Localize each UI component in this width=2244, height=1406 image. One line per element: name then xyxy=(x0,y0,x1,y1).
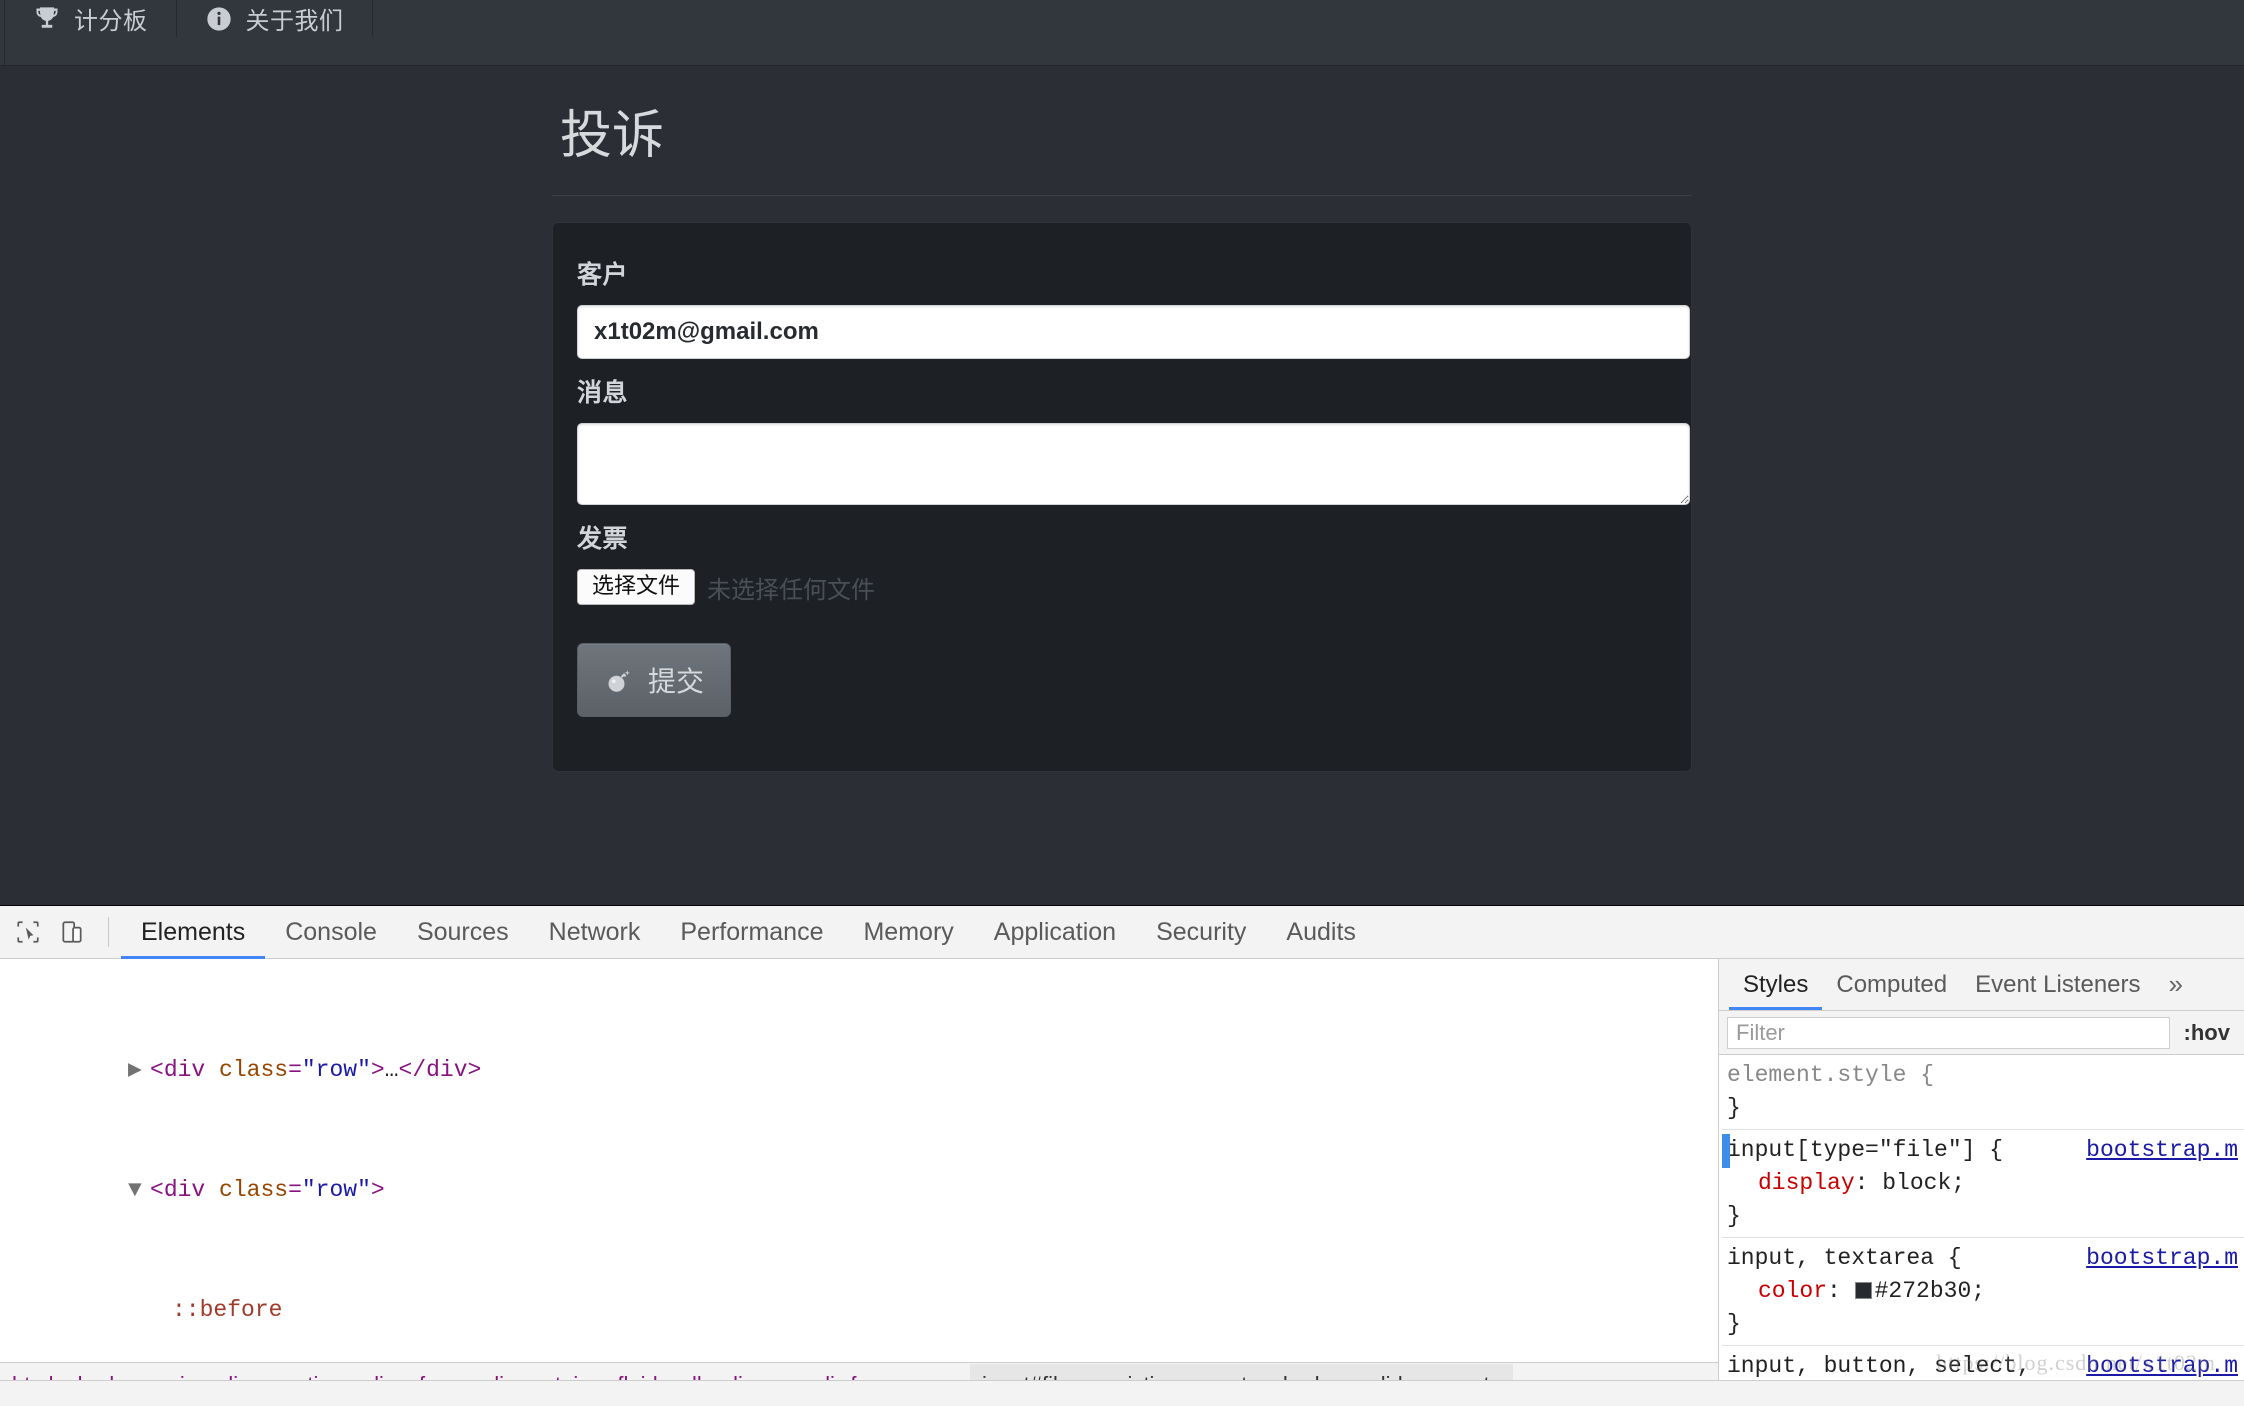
collapse-triangle-icon[interactable]: ▼ xyxy=(128,1175,150,1205)
css-rule-close: } xyxy=(1727,1095,1741,1121)
selected-element-marker xyxy=(1722,1134,1730,1168)
dom-tree[interactable]: ▶ <div class="row">…</div> ▼ <div class="r… xyxy=(0,959,1718,1362)
css-property[interactable]: color xyxy=(1758,1278,1827,1304)
styles-pane: Styles Computed Event Listeners » :hov e… xyxy=(1719,959,2244,1406)
page-title: 投诉 xyxy=(560,107,665,165)
styles-tabs: Styles Computed Event Listeners » xyxy=(1719,959,2244,1011)
dom-line[interactable]: ▼ <div class="row"> xyxy=(0,1175,1718,1205)
devtools-body: ▶ <div class="row">…</div> ▼ <div class="r… xyxy=(0,959,2244,1406)
title-divider xyxy=(552,195,1692,197)
css-property[interactable]: display xyxy=(1758,1170,1855,1196)
css-value[interactable]: block; xyxy=(1882,1170,1965,1196)
tab-security[interactable]: Security xyxy=(1136,906,1266,959)
submit-button-label: 提交 xyxy=(648,666,705,698)
nav-item-label: 关于我们 xyxy=(245,8,344,35)
devtools-tabs: Elements Console Sources Network Perform… xyxy=(121,906,1376,959)
form-group-customer: 客户 xyxy=(567,255,1690,360)
tab-audits[interactable]: Audits xyxy=(1266,906,1375,959)
css-selector[interactable]: input[type="file"] { xyxy=(1722,1134,2003,1167)
tab-console[interactable]: Console xyxy=(265,906,397,959)
css-rule-close: } xyxy=(1727,1203,1741,1229)
css-rules-list: element.style { } input[type="file"] { b… xyxy=(1719,1055,2244,1406)
dom-line[interactable]: ▶ <div class="row">…</div> xyxy=(0,1055,1718,1085)
css-value[interactable]: #272b30; xyxy=(1875,1278,1985,1304)
file-input-row[interactable]: 选择文件 未选择任何文件 xyxy=(577,569,1677,606)
css-source-link[interactable]: bootstrap.m xyxy=(2086,1134,2238,1167)
message-textarea[interactable] xyxy=(577,423,1690,506)
page-header: 投诉 xyxy=(552,107,1692,197)
invoice-label: 发票 xyxy=(577,525,629,554)
css-rule-input-textarea[interactable]: input, textarea { bootstrap.m color: #27… xyxy=(1722,1238,2244,1346)
submit-button[interactable]: 提交 xyxy=(577,643,732,718)
form-group-invoice: 发票 选择文件 未选择任何文件 提交 xyxy=(567,519,1677,718)
tab-memory[interactable]: Memory xyxy=(843,906,973,959)
cursor-inspect-icon[interactable] xyxy=(9,913,47,951)
nav-item-scoreboard[interactable]: 计分板 xyxy=(5,0,177,37)
css-rule-input-file[interactable]: input[type="file"] { bootstrap.m display… xyxy=(1722,1130,2244,1238)
toggle-hover-state-button[interactable]: :hov xyxy=(2178,1020,2236,1046)
web-app-viewport: 计分板 关于我们 投诉 客户 x1t02m@gmail.com 消息 发票 选择… xyxy=(0,0,2244,905)
complaint-form: 客户 消息 发票 选择文件 未选择任何文件 xyxy=(552,222,1692,773)
css-source-link[interactable]: bootstrap.m xyxy=(2086,1242,2238,1275)
tab-network[interactable]: Network xyxy=(529,906,661,959)
color-swatch[interactable] xyxy=(1854,1282,1872,1299)
tab-computed[interactable]: Computed xyxy=(1822,959,1961,1010)
form-group-message: 消息 xyxy=(567,373,1690,506)
css-declaration[interactable]: color: #272b30; xyxy=(1722,1275,2244,1308)
info-circle-icon xyxy=(205,5,233,33)
tab-sources[interactable]: Sources xyxy=(397,906,529,959)
dom-line-pseudo-before[interactable]: ::before xyxy=(0,1295,1718,1325)
styles-filter-row: :hov xyxy=(1719,1011,2244,1055)
css-selector[interactable]: element.style { xyxy=(1722,1059,1934,1092)
trophy-icon xyxy=(33,5,61,33)
top-navbar: 计分板 关于我们 xyxy=(0,0,2244,66)
page-content: 投诉 客户 消息 发票 选择文件 未选择任何文件 xyxy=(0,66,2244,773)
devtools-toolbar: Elements Console Sources Network Perform… xyxy=(0,906,2244,959)
tab-performance[interactable]: Performance xyxy=(660,906,843,959)
css-rule-close: } xyxy=(1727,1311,1741,1337)
nav-item-about-us[interactable]: 关于我们 xyxy=(177,0,373,37)
styles-filter-input[interactable] xyxy=(1727,1016,2170,1049)
tab-application[interactable]: Application xyxy=(974,906,1136,959)
device-toolbar-icon[interactable] xyxy=(53,913,91,951)
tab-styles[interactable]: Styles xyxy=(1729,959,1823,1010)
toolbar-divider xyxy=(108,917,109,947)
css-declaration[interactable]: display: block; xyxy=(1722,1167,2244,1200)
dom-tree-pane: ▶ <div class="row">…</div> ▼ <div class="r… xyxy=(0,959,1719,1406)
devtools-panel: Elements Console Sources Network Perform… xyxy=(0,905,2244,1406)
tab-event-listeners[interactable]: Event Listeners xyxy=(1961,959,2154,1010)
console-drawer-peek[interactable] xyxy=(0,1380,2244,1406)
css-rule-element-style[interactable]: element.style { } xyxy=(1722,1055,2244,1130)
message-label: 消息 xyxy=(577,379,629,408)
css-selector[interactable]: input, button, select, xyxy=(1722,1350,2031,1383)
screenshot-root: 计分板 关于我们 投诉 客户 x1t02m@gmail.com 消息 发票 选择… xyxy=(0,0,2244,1406)
expand-triangle-icon[interactable]: ▶ xyxy=(128,1055,150,1085)
choose-file-button[interactable]: 选择文件 xyxy=(577,569,696,606)
customer-label: 客户 xyxy=(577,261,629,290)
tab-elements[interactable]: Elements xyxy=(121,906,266,959)
bomb-icon xyxy=(604,665,634,695)
more-tabs-icon[interactable]: » xyxy=(2155,959,2197,1010)
customer-input[interactable] xyxy=(577,305,1690,360)
css-selector[interactable]: input, textarea { xyxy=(1722,1242,1962,1275)
nav-item-label: 计分板 xyxy=(74,8,148,35)
file-status-text: 未选择任何文件 xyxy=(707,576,876,604)
css-source-link[interactable]: bootstrap.m xyxy=(2086,1350,2238,1383)
